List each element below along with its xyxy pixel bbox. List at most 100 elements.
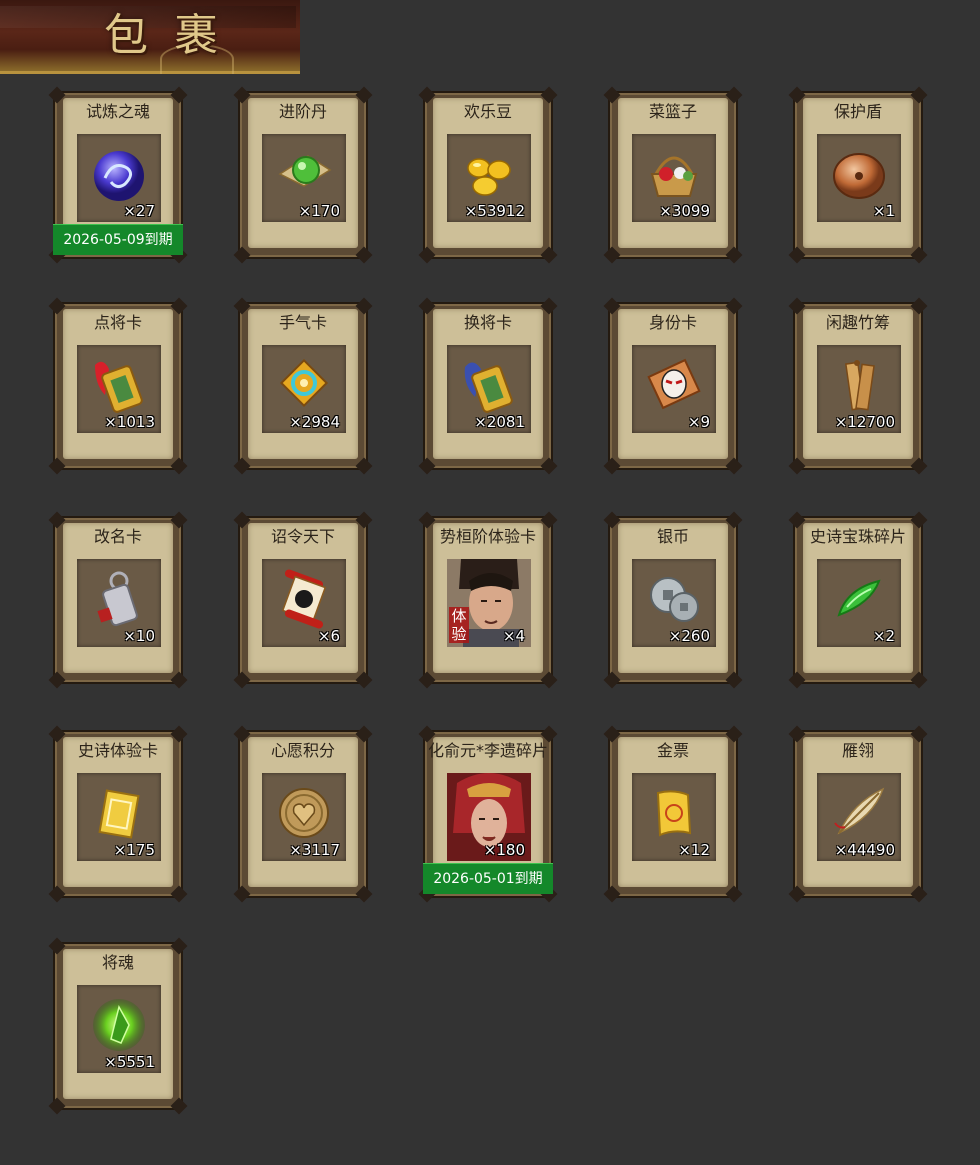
item-slot: ×170 [262, 134, 346, 222]
item-slot: ×12700 [817, 345, 901, 433]
opera-mask-card-icon [647, 359, 701, 410]
item-card[interactable]: 点将卡 ×1013 [48, 297, 188, 475]
gold-card-icon [98, 789, 140, 840]
item-quantity: ×53912 [464, 202, 525, 220]
item-quantity: ×1 [872, 202, 895, 220]
item-slot: ×5551 [77, 985, 161, 1073]
item-card[interactable]: 将魂 ×5551 [48, 937, 188, 1115]
item-card[interactable]: 诏令天下 ×6 [233, 511, 373, 689]
item-slot: ×1 [817, 134, 901, 222]
item-name: 雁翎 [841, 741, 874, 760]
edict-scroll-icon [281, 569, 327, 629]
item-quantity: ×180 [483, 841, 525, 859]
general-token-icon [95, 362, 143, 414]
item-quantity: ×3099 [659, 202, 710, 220]
item-slot: ×2984 [262, 345, 346, 433]
item-quantity: ×5551 [104, 1053, 155, 1071]
item-quantity: ×175 [113, 841, 155, 859]
item-card[interactable]: 金票 ×12 [603, 725, 743, 903]
item-slot: ×12 [632, 773, 716, 861]
gold-beans-icon [467, 158, 511, 197]
green-crystal-icon [93, 999, 145, 1052]
item-quantity: ×27 [123, 202, 155, 220]
item-card[interactable]: 欢乐豆 ×53912 [418, 86, 558, 264]
item-name: 将魂 [101, 953, 134, 972]
item-name: 点将卡 [93, 313, 142, 332]
item-card[interactable]: 史诗体验卡 ×175 [48, 725, 188, 903]
item-name: 试炼之魂 [85, 102, 150, 121]
item-card[interactable]: 势桓阶体验卡 体验 ×4 [418, 511, 558, 689]
item-slot: ×180 [447, 773, 531, 861]
item-quantity: ×12700 [834, 413, 895, 431]
item-slot: ×1013 [77, 345, 161, 433]
item-name: 势桓阶体验卡 [439, 527, 536, 546]
jade-shard-icon [837, 580, 881, 618]
item-card[interactable]: 化俞元*李遗碎片 ×180 2026-05-01到期 [418, 725, 558, 903]
item-card[interactable]: 闲趣竹筹 ×12700 [788, 297, 928, 475]
trial-badge: 体验 [449, 607, 469, 643]
item-card[interactable]: 身份卡 ×9 [603, 297, 743, 475]
swap-token-icon [464, 362, 513, 414]
gold-ticket-icon [656, 790, 692, 837]
rename-token-icon [97, 571, 138, 627]
item-quantity: ×4 [502, 627, 525, 645]
item-slot: ×27 [77, 134, 161, 222]
item-slot: ×2081 [447, 345, 531, 433]
item-quantity: ×2 [872, 627, 895, 645]
item-name: 身份卡 [648, 313, 697, 332]
item-slot: ×10 [77, 559, 161, 647]
round-shield-icon [833, 153, 885, 200]
item-quantity: ×2984 [289, 413, 340, 431]
item-card[interactable]: 银币 ×260 [603, 511, 743, 689]
heart-coin-icon [279, 788, 329, 839]
item-slot: ×260 [632, 559, 716, 647]
item-slot: ×9 [632, 345, 716, 433]
item-slot: ×44490 [817, 773, 901, 861]
item-slot: ×2 [817, 559, 901, 647]
item-slot: 体验 ×4 [447, 559, 531, 647]
item-card[interactable]: 菜篮子 ×3099 [603, 86, 743, 264]
expiry-banner: 2026-05-09到期 [53, 224, 183, 255]
item-name: 进阶丹 [278, 102, 327, 121]
item-quantity: ×1013 [104, 413, 155, 431]
item-name: 银币 [656, 527, 689, 546]
item-quantity: ×3117 [289, 841, 340, 859]
item-name: 改名卡 [93, 527, 142, 546]
item-name: 闲趣竹筹 [825, 313, 890, 332]
flower-basket-icon [650, 157, 698, 198]
item-quantity: ×10 [123, 627, 155, 645]
item-card[interactable]: 改名卡 ×10 [48, 511, 188, 689]
item-name: 手气卡 [278, 313, 327, 332]
item-name: 史诗宝珠碎片 [809, 527, 906, 546]
item-card[interactable]: 史诗宝珠碎片 ×2 [788, 511, 928, 689]
item-name: 菜篮子 [648, 102, 697, 121]
item-quantity: ×2081 [474, 413, 525, 431]
item-quantity: ×260 [668, 627, 710, 645]
feather-icon [834, 788, 885, 836]
item-quantity: ×6 [317, 627, 340, 645]
item-name: 诏令天下 [270, 527, 335, 546]
item-name: 心愿积分 [270, 741, 335, 760]
silver-coins-icon [650, 577, 699, 623]
bamboo-tally-icon [845, 360, 875, 411]
item-slot: ×175 [77, 773, 161, 861]
item-card[interactable]: 保护盾 ×1 [788, 86, 928, 264]
item-slot: ×3099 [632, 134, 716, 222]
item-name: 换将卡 [463, 313, 512, 332]
item-card[interactable]: 心愿积分 ×3117 [233, 725, 373, 903]
item-card[interactable]: 雁翎 ×44490 [788, 725, 928, 903]
item-card[interactable]: 手气卡 ×2984 [233, 297, 373, 475]
green-pill-icon [278, 155, 332, 188]
item-card[interactable]: 进阶丹 ×170 [233, 86, 373, 264]
bag-header: 包 裹 [0, 0, 300, 74]
item-quantity: ×12 [678, 841, 710, 859]
item-card[interactable]: 换将卡 ×2081 [418, 297, 558, 475]
item-slot: ×3117 [262, 773, 346, 861]
item-slot: ×53912 [447, 134, 531, 222]
item-quantity: ×9 [687, 413, 710, 431]
item-name: 化俞元*李遗碎片 [427, 741, 548, 760]
item-name: 欢乐豆 [463, 102, 512, 121]
luck-card-icon [279, 359, 329, 408]
item-card[interactable]: 试炼之魂 ×27 2026-05-09到期 [48, 86, 188, 264]
expiry-banner: 2026-05-01到期 [423, 863, 553, 894]
